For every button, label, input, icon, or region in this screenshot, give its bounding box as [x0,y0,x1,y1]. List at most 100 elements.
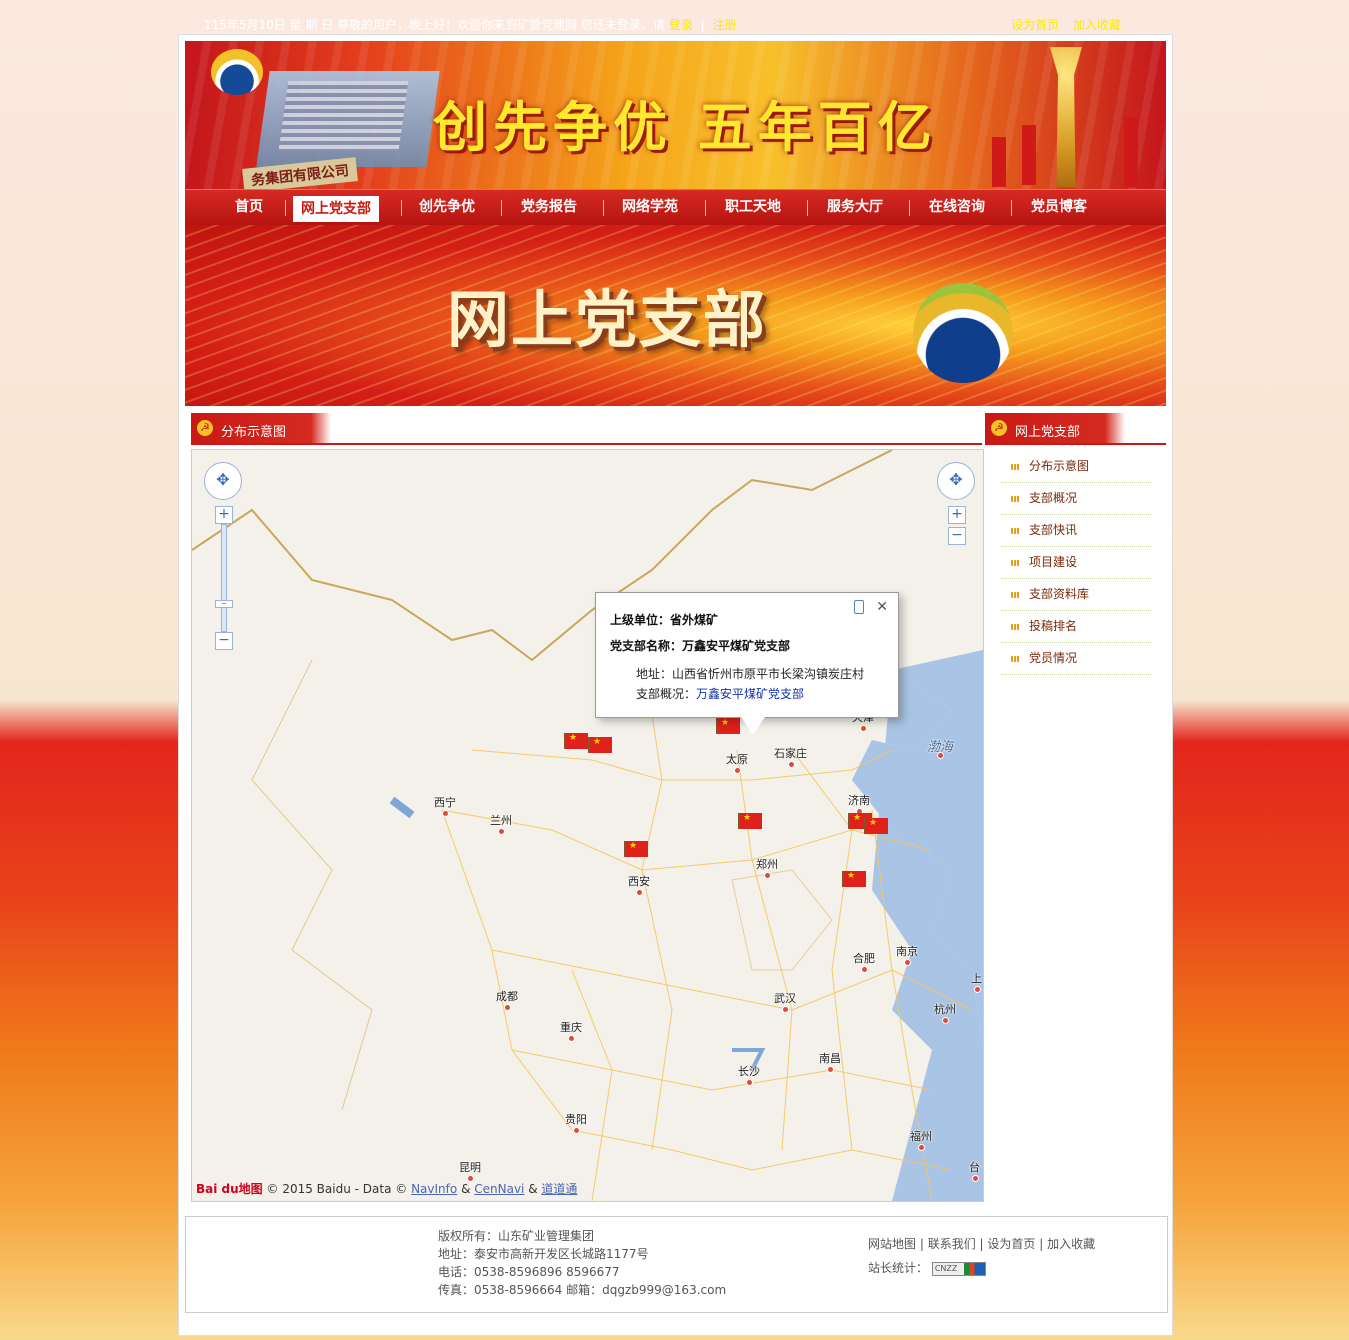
sidebar-item-projects[interactable]: 项目建设 [1001,547,1151,579]
popup-superior: 上级单位：省外煤矿 [610,611,718,628]
nav-item-staff[interactable]: 职工天地 [725,190,781,226]
zoom-out-button-right[interactable]: − [948,527,966,545]
footer-link-contact[interactable]: 联系我们 [928,1237,976,1251]
footer-phone: 电话：0538-8596896 8596677 [438,1265,620,1279]
nav-separator [603,200,604,216]
distribution-map[interactable]: 天津 太原 石家庄 渤海 西宁 兰州 济南 郑州 西安 南京 合肥 成都 武汉 … [191,449,984,1202]
map-city-label: 渤海 [927,736,953,759]
footer-info: 版权所有：山东矿业管理集团 地址：泰安市高新开发区长城路1177号 电话：053… [438,1227,726,1299]
zoom-in-button[interactable]: + [215,506,233,524]
login-link[interactable]: 登录 [669,18,693,32]
map-pan-control-left[interactable]: ✥ [204,462,242,500]
map-city-label: 济南 [848,794,870,815]
set-home-link[interactable]: 设为首页 [1011,18,1059,32]
superior-label: 上级单位： [610,613,671,627]
map-city-label: 杭州 [934,1003,956,1024]
nav-item-party-report[interactable]: 党务报告 [521,190,577,226]
register-link[interactable]: 注册 [712,18,736,32]
flag-image [1124,117,1138,187]
superior-value: 省外煤矿 [670,613,719,627]
phone-icon[interactable] [854,600,864,614]
zoom-slider-handle[interactable]: – [215,599,233,609]
popup-address: 地址：山西省忻州市原平市长梁沟镇炭庄村 [636,665,864,682]
sidebar-item-library[interactable]: 支部资料库 [1001,579,1151,611]
nav-separator [705,200,706,216]
nav-item-excellence[interactable]: 创先争优 [419,190,475,226]
branch-flag-marker[interactable] [738,813,762,829]
header-slogan: 创先争优 五年百亿 [433,95,938,159]
nav-item-online-academy[interactable]: 网络学苑 [622,190,678,226]
map-city-label: 武汉 [774,992,796,1013]
nav-item-online-branch[interactable]: 网上党支部 [293,196,379,222]
copyright-amp: & [528,1182,538,1196]
sidebar-item-members[interactable]: 党员情况 [1001,643,1151,675]
footer-stats: 站长统计： CNZZ [868,1259,986,1276]
nav-item-service-hall[interactable]: 服务大厅 [827,190,883,226]
top-greeting: 115年5月10日 星 期 日 尊敬的用户，晚上好！欢迎你来到矿管党建网 您还未… [204,16,736,33]
cennavi-link[interactable]: CenNavi [474,1182,524,1196]
map-city-label: 西安 [628,875,650,896]
flag-image [992,137,1006,187]
nav-separator [909,200,910,216]
map-city-label: 太原 [726,753,748,774]
sidebar-item-ranking[interactable]: 投稿排名 [1001,611,1151,643]
site-logo[interactable] [211,49,263,95]
nav-separator [501,200,502,216]
banner-emblem [913,283,1013,383]
zoom-out-button[interactable]: − [215,632,233,650]
zoom-in-button-right[interactable]: + [948,506,966,524]
map-city-label: 南昌 [819,1052,841,1073]
branch-value: 万鑫安平煤矿党支部 [682,639,791,653]
branch-label: 党支部名称： [610,639,683,653]
cnzz-badge[interactable]: CNZZ [931,1261,986,1276]
popup-overview: 支部概况：万鑫安平煤矿党支部 [636,685,804,702]
nav-separator [401,200,402,216]
page-banner: 网上党支部 [185,225,1166,406]
branch-flag-marker[interactable] [864,818,888,834]
footer-fax-email: 传真：0538-8596664 邮箱：dqgzb999@163.com [438,1283,727,1297]
nav-item-blog[interactable]: 党员博客 [1031,190,1087,226]
branch-flag-marker[interactable] [716,718,740,734]
map-city-label: 南京 [896,945,918,966]
nav-separator [285,200,286,216]
popup-branch: 党支部名称：万鑫安平煤矿党支部 [610,637,790,654]
footer-links: 网站地图 | 联系我们 | 设为首页 | 加入收藏 [868,1237,1096,1251]
add-favorite-link[interactable]: 加入收藏 [1073,18,1121,32]
footer-address: 地址：泰安市高新开发区长城路1177号 [438,1247,649,1261]
nav-item-consult[interactable]: 在线咨询 [929,190,985,226]
nav-separator [807,200,808,216]
navinfo-link[interactable]: NavInfo [411,1182,457,1196]
stat-label: 站长统计： [868,1261,929,1275]
flag-image [1022,125,1036,185]
zoom-slider-track[interactable] [221,524,227,632]
map-city-label: 长沙 [738,1065,760,1086]
page-container: 务集团有限公司 创先争优 五年百亿 首页 网上党支部 创先争优 党务报告 网络学… [178,34,1173,1336]
footer-link-sitemap[interactable]: 网站地图 [868,1237,916,1251]
branch-info-popup: ✕ 上级单位：省外煤矿 党支部名称：万鑫安平煤矿党支部 地址：山西省忻州市原平市… [595,592,899,735]
branch-flag-marker[interactable] [842,871,866,887]
baidu-map-logo[interactable]: Bai du地图 [196,1182,263,1196]
daodaotong-link[interactable]: 道道通 [541,1182,577,1196]
sidebar-item-news[interactable]: 支部快讯 [1001,515,1151,547]
footer-link-favorite[interactable]: 加入收藏 [1047,1237,1095,1251]
map-section-header: ☭ 分布示意图 [191,413,982,445]
branch-flag-marker[interactable] [588,737,612,753]
branch-flag-marker[interactable] [624,841,648,857]
party-emblem-icon: ☭ [991,420,1007,436]
copyright-text: © 2015 Baidu - Data © [266,1182,408,1196]
close-icon[interactable]: ✕ [876,599,888,615]
sidebar-header: ☭ 网上党支部 [985,413,1166,445]
sidebar-item-overview[interactable]: 支部概况 [1001,483,1151,515]
map-city-label: 台 [969,1161,980,1182]
map-city-label: 合肥 [853,952,875,973]
nav-item-home[interactable]: 首页 [235,190,263,226]
branch-flag-marker[interactable] [564,733,588,749]
footer-link-set-home[interactable]: 设为首页 [987,1237,1035,1251]
map-pan-control-right[interactable]: ✥ [937,462,975,500]
sidebar-item-distribution[interactable]: 分布示意图 [1001,451,1151,483]
map-city-label: 兰州 [490,814,512,835]
top-bar: 115年5月10日 星 期 日 尊敬的用户，晚上好！欢迎你来到矿管党建网 您还未… [178,14,1173,34]
overview-link[interactable]: 万鑫安平煤矿党支部 [696,687,804,701]
map-city-label: 成都 [496,990,518,1011]
map-city-label: 昆明 [459,1161,481,1182]
